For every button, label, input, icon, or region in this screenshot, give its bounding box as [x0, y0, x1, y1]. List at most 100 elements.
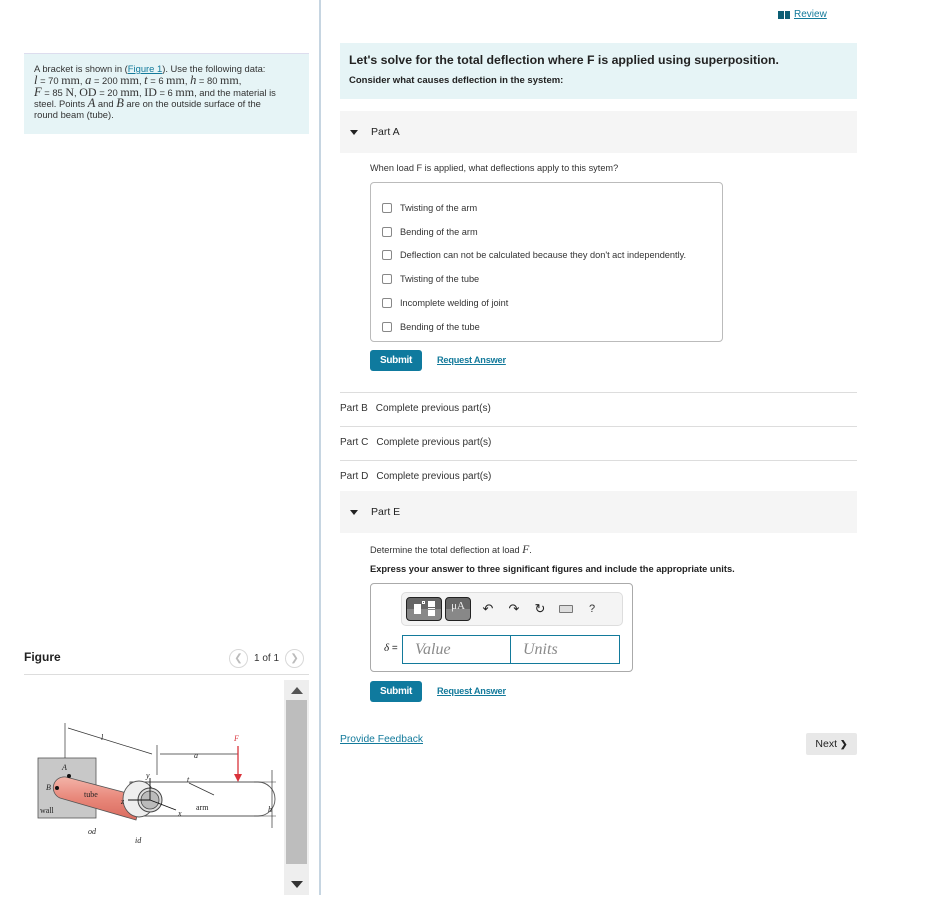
next-label: Next	[815, 738, 838, 750]
part-e-request-answer-link[interactable]: Request Answer	[437, 686, 506, 696]
next-figure-button[interactable]: ❯	[285, 649, 305, 668]
part-d-label: Part D	[340, 471, 369, 482]
panel-divider[interactable]	[319, 0, 321, 895]
part-c-status: Complete previous part(s)	[376, 437, 492, 448]
problem-text: round beam (tube).	[34, 109, 114, 121]
keyboard-button[interactable]	[553, 605, 579, 613]
part-d-status: Complete previous part(s)	[376, 471, 492, 482]
part-a-label: Part A	[371, 126, 400, 138]
label-a: a	[194, 751, 198, 760]
checkbox[interactable]	[382, 226, 392, 237]
units-input[interactable]	[523, 640, 619, 659]
figure-pager: ❮ 1 of 1 ❯	[229, 649, 305, 668]
divider	[340, 460, 857, 461]
choice-item[interactable]: Twisting of the tube	[371, 267, 722, 291]
dim-l-line	[67, 727, 153, 755]
review-label[interactable]: Review	[794, 9, 827, 20]
intro-box: Let's solve for the total deflection whe…	[340, 43, 857, 99]
checkbox[interactable]	[382, 298, 392, 309]
reset-icon[interactable]: ↻	[527, 601, 553, 617]
units-field[interactable]	[510, 635, 620, 664]
arm-label: arm	[196, 803, 209, 812]
undo-icon[interactable]: ↶	[475, 601, 501, 617]
val: = 85	[41, 86, 66, 98]
label-A: A	[61, 763, 67, 772]
math-toolbar: μA ↶ ↷ ↻ ?	[401, 592, 623, 626]
choice-item[interactable]: Bending of the tube	[371, 315, 722, 339]
problem-line-loads: F = 85 N, OD = 20 mm, ID = 6 mm, and the…	[34, 84, 276, 99]
review-link[interactable]: Review	[778, 9, 827, 20]
var-B: B	[116, 96, 124, 111]
scroll-up-button[interactable]	[284, 680, 309, 700]
part-e-submit-button[interactable]: Submit	[370, 681, 422, 702]
units-button[interactable]: μA	[445, 597, 471, 621]
label-y: y	[145, 771, 150, 780]
label-x: x	[177, 809, 182, 818]
arrow-up-icon	[290, 686, 303, 694]
part-e-instruction: Express your answer to three significant…	[370, 564, 735, 574]
choice-item[interactable]: Deflection can not be calculated because…	[371, 244, 722, 268]
label-l: l	[101, 733, 104, 742]
checkbox[interactable]	[382, 321, 392, 332]
choice-label: Twisting of the tube	[400, 274, 480, 285]
figure-image: wall arm tube A B l a F t h y x z od id	[24, 680, 284, 895]
part-e-header[interactable]: Part E	[340, 491, 857, 533]
sep: ,	[238, 74, 242, 86]
choice-item[interactable]: Bending of the arm	[371, 220, 722, 244]
point-A	[67, 774, 71, 778]
value-field[interactable]	[402, 635, 512, 664]
part-a-header[interactable]: Part A	[340, 111, 857, 153]
redo-icon[interactable]: ↷	[501, 601, 527, 617]
scroll-down-button[interactable]	[284, 873, 309, 895]
templates-icon[interactable]	[406, 597, 442, 621]
answer-variable: δ =	[384, 642, 398, 654]
keyboard-icon	[559, 605, 573, 613]
prev-figure-button[interactable]: ❮	[229, 649, 248, 668]
tube-label: tube	[84, 790, 98, 799]
problem-statement: A bracket is shown in (Figure 1). Use th…	[24, 53, 309, 134]
part-b-row: Part B Complete previous part(s)	[340, 403, 491, 414]
left-panel: A bracket is shown in (Figure 1). Use th…	[0, 0, 319, 907]
choice-item[interactable]: Incomplete welding of joint	[371, 291, 722, 315]
unit: mm	[220, 72, 239, 87]
choice-label: Incomplete welding of joint	[400, 298, 509, 309]
part-a-request-answer-link[interactable]: Request Answer	[437, 355, 506, 365]
val: = 6	[156, 86, 176, 98]
chevron-right-icon: ❯	[840, 738, 848, 749]
chevron-right-icon: ❯	[290, 653, 299, 664]
checkbox[interactable]	[382, 202, 392, 213]
choice-item[interactable]: Twisting of the arm	[371, 196, 722, 220]
help-icon[interactable]: ?	[579, 603, 605, 615]
figure-counter: 1 of 1	[254, 653, 280, 664]
choice-label: Bending of the arm	[400, 226, 478, 237]
intro-title: Let's solve for the total deflection whe…	[349, 53, 779, 67]
choice-label: Deflection can not be calculated because…	[400, 250, 687, 261]
checkbox[interactable]	[382, 250, 392, 261]
checkbox[interactable]	[382, 274, 392, 285]
choice-label: Twisting of the arm	[400, 202, 478, 213]
var-ID: ID	[144, 84, 157, 99]
divider	[340, 392, 857, 393]
question-text: Determine the total deflection at load	[370, 545, 523, 555]
problem-text: are on the outside surface of the	[123, 98, 261, 110]
bracket-diagram: wall arm tube A B l a F t h y x z od id	[37, 723, 276, 845]
next-button[interactable]: Next ❯	[806, 733, 857, 755]
part-a-question: When load F is applied, what deflections…	[370, 163, 619, 173]
var-F: F	[34, 84, 42, 99]
value-input[interactable]	[415, 640, 511, 659]
unit: mm	[175, 84, 195, 99]
arrow-down-icon	[290, 880, 303, 888]
caret-down-icon	[350, 509, 358, 515]
question-text: .	[529, 545, 532, 555]
scroll-thumb[interactable]	[286, 700, 307, 864]
figure-scrollbar[interactable]	[284, 680, 309, 895]
force-arrowhead	[234, 774, 242, 782]
choice-label: Bending of the tube	[400, 321, 480, 332]
provide-feedback-link[interactable]: Provide Feedback	[340, 734, 423, 745]
part-b-status: Complete previous part(s)	[375, 403, 491, 414]
part-c-row: Part C Complete previous part(s)	[340, 437, 491, 448]
caret-down-icon	[350, 129, 358, 135]
equals-sign: =	[389, 643, 398, 654]
part-e-label: Part E	[371, 506, 401, 518]
part-a-submit-button[interactable]: Submit	[370, 350, 422, 371]
